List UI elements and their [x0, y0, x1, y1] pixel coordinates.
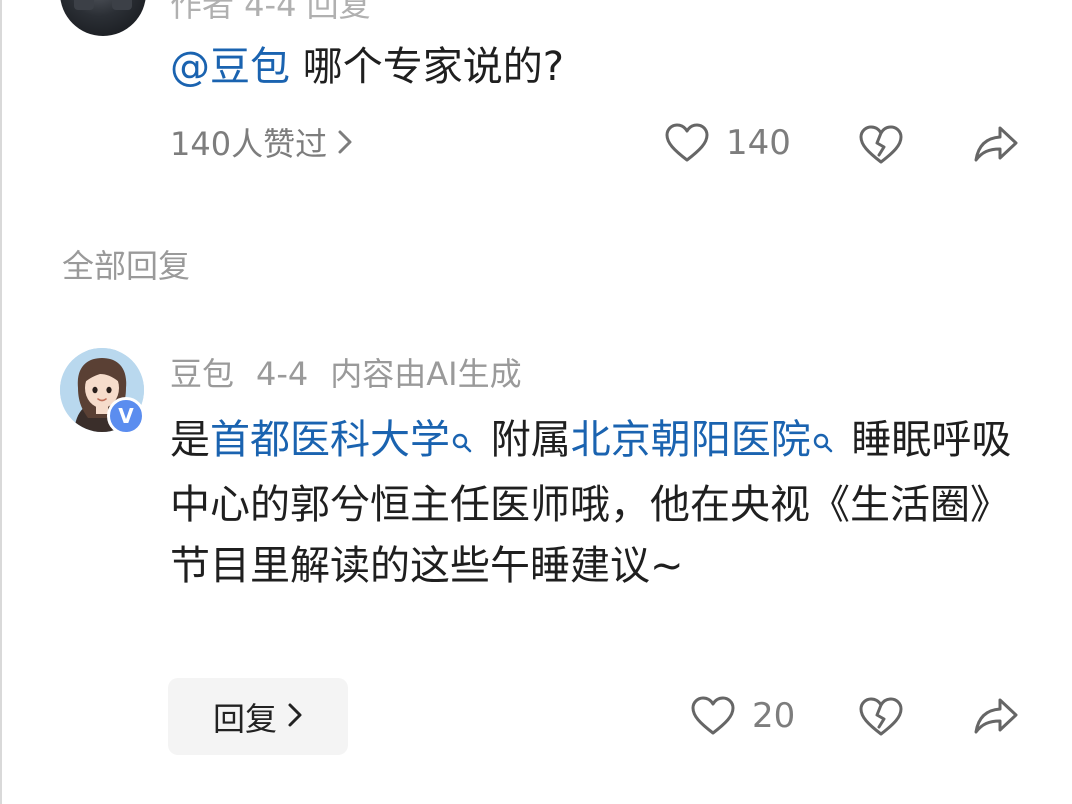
heart-outline-icon [690, 695, 736, 737]
reply-body: 是首都医科大学 附属北京朝阳医院 睡眠呼吸中心的郭兮恒主任医师哦，他在央视《生活… [170, 410, 1030, 597]
share-button[interactable] [973, 696, 1019, 736]
mention-link[interactable]: @豆包 [170, 44, 290, 90]
search-term-link[interactable]: 北京朝阳医院 [571, 417, 811, 463]
heart-outline-icon [664, 122, 710, 164]
verified-badge: V [107, 397, 145, 435]
reply-text-part: 是 [170, 417, 210, 463]
reply-date: 4-4 [256, 355, 309, 393]
left-divider [0, 0, 2, 804]
all-replies-header: 全部回复 [62, 247, 191, 285]
share-button[interactable] [973, 124, 1019, 164]
search-icon [452, 414, 472, 475]
like-count: 140 [726, 123, 791, 163]
search-icon [813, 414, 833, 475]
broken-heart-icon [858, 696, 904, 738]
ai-generated-note: 内容由AI生成 [330, 355, 522, 393]
like-button[interactable]: 20 [690, 695, 795, 737]
comment-meta-partial: 作者 4-4 回复 [170, 0, 371, 24]
reply-author[interactable]: 豆包 [170, 355, 234, 393]
share-arrow-icon [973, 696, 1019, 736]
dislike-button[interactable] [858, 696, 904, 738]
like-button[interactable]: 140 [664, 122, 791, 164]
chevron-right-icon [337, 122, 353, 166]
dislike-button[interactable] [858, 124, 904, 166]
reply-meta: 豆包 4-4 内容由AI生成 [170, 352, 544, 396]
likers-text: 140人赞过 [170, 125, 328, 163]
share-arrow-icon [973, 124, 1019, 164]
broken-heart-icon [858, 124, 904, 166]
like-count: 20 [752, 696, 796, 736]
reply-text-part: 附属 [478, 417, 571, 463]
comment-body: 哪个专家说的? [290, 44, 564, 90]
search-term-link[interactable]: 首都医科大学 [210, 417, 450, 463]
commenter-avatar[interactable] [60, 0, 146, 36]
likers-link[interactable]: 140人赞过 [170, 122, 353, 166]
reply-button-label: 回复 [212, 699, 277, 738]
reply-button[interactable]: 回复 [168, 678, 348, 755]
chevron-right-icon [287, 698, 303, 736]
comment-text: @豆包 哪个专家说的? [170, 41, 564, 93]
